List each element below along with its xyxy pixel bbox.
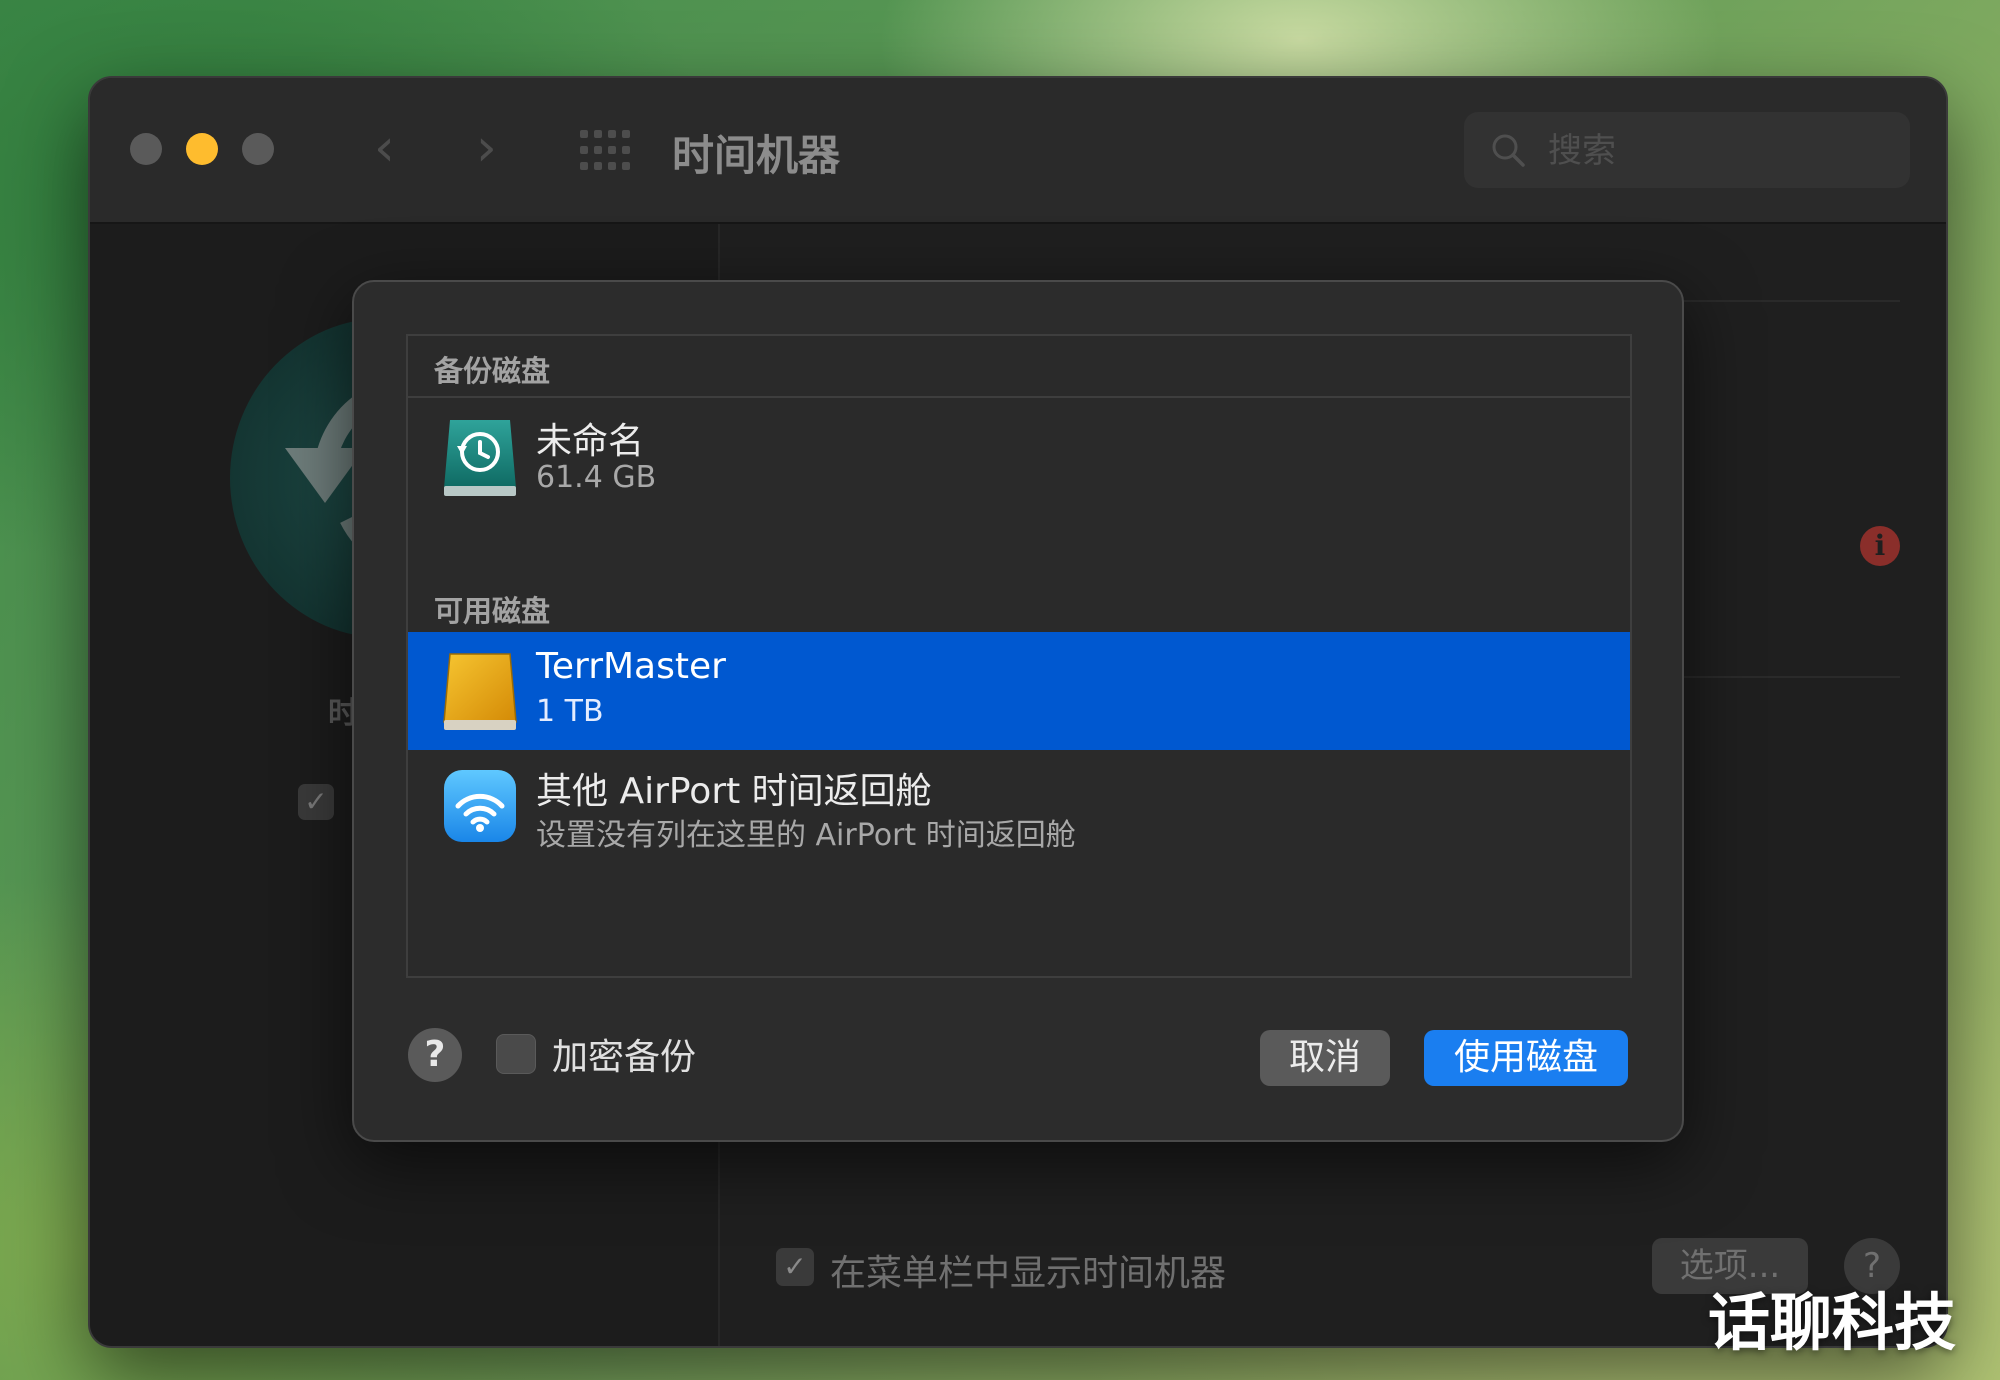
info-icon[interactable]: i bbox=[1860, 526, 1900, 566]
disk-name: 其他 AirPort 时间返回舱 bbox=[536, 771, 932, 812]
disk-row-airport[interactable]: 其他 AirPort 时间返回舱 设置没有列在这里的 AirPort 时间返回舱 bbox=[408, 748, 1630, 866]
show-all-grid-icon[interactable] bbox=[580, 130, 630, 170]
cancel-button[interactable]: 取消 bbox=[1260, 1030, 1390, 1086]
select-disk-dialog: 备份磁盘 未命名 61.4 GB 可用磁盘 TerrMaster 1 TB 其他… bbox=[352, 280, 1684, 1142]
external-drive-icon bbox=[443, 653, 517, 730]
encrypt-backup-label: 加密备份 bbox=[552, 1037, 697, 1078]
disk-row-terrmaster[interactable]: TerrMaster 1 TB bbox=[408, 632, 1630, 750]
disk-size: 1 TB bbox=[536, 694, 604, 729]
menu-bar-checkbox[interactable]: ✓ bbox=[776, 1248, 814, 1286]
search-input[interactable] bbox=[1546, 124, 1890, 178]
zoom-window-button[interactable] bbox=[242, 133, 274, 165]
disk-name: 未命名 bbox=[536, 421, 645, 462]
use-disk-button[interactable]: 使用磁盘 bbox=[1424, 1030, 1628, 1086]
available-disks-header: 可用磁盘 bbox=[434, 594, 551, 628]
disk-list: 备份磁盘 未命名 61.4 GB 可用磁盘 TerrMaster 1 TB 其他… bbox=[406, 334, 1632, 978]
search-field[interactable] bbox=[1464, 112, 1910, 188]
encrypt-backup-checkbox[interactable] bbox=[496, 1034, 536, 1074]
sidebar-checkbox[interactable]: ✓ bbox=[298, 784, 334, 820]
close-window-button[interactable] bbox=[130, 133, 162, 165]
backup-disks-header: 备份磁盘 bbox=[408, 336, 1630, 398]
search-icon bbox=[1492, 134, 1525, 167]
time-machine-disk-icon bbox=[444, 420, 516, 496]
disk-name: TerrMaster bbox=[536, 646, 726, 687]
back-arrow-icon[interactable]: ‹ bbox=[374, 118, 395, 178]
disk-description: 设置没有列在这里的 AirPort 时间返回舱 bbox=[536, 818, 1076, 853]
disk-row-backup[interactable]: 未命名 61.4 GB bbox=[408, 398, 1630, 516]
title-bar: ‹ › 时间机器 bbox=[90, 78, 1946, 224]
forward-arrow-icon[interactable]: › bbox=[476, 118, 497, 178]
watermark-text: 话聊科技 bbox=[1708, 1286, 1957, 1359]
menu-bar-checkbox-label: 在菜单栏中显示时间机器 bbox=[830, 1253, 1227, 1294]
disk-size: 61.4 GB bbox=[536, 460, 657, 495]
airport-wifi-icon bbox=[444, 770, 516, 842]
minimize-window-button[interactable] bbox=[186, 133, 218, 165]
window-title: 时间机器 bbox=[672, 131, 841, 180]
dialog-help-button[interactable]: ? bbox=[408, 1028, 462, 1082]
